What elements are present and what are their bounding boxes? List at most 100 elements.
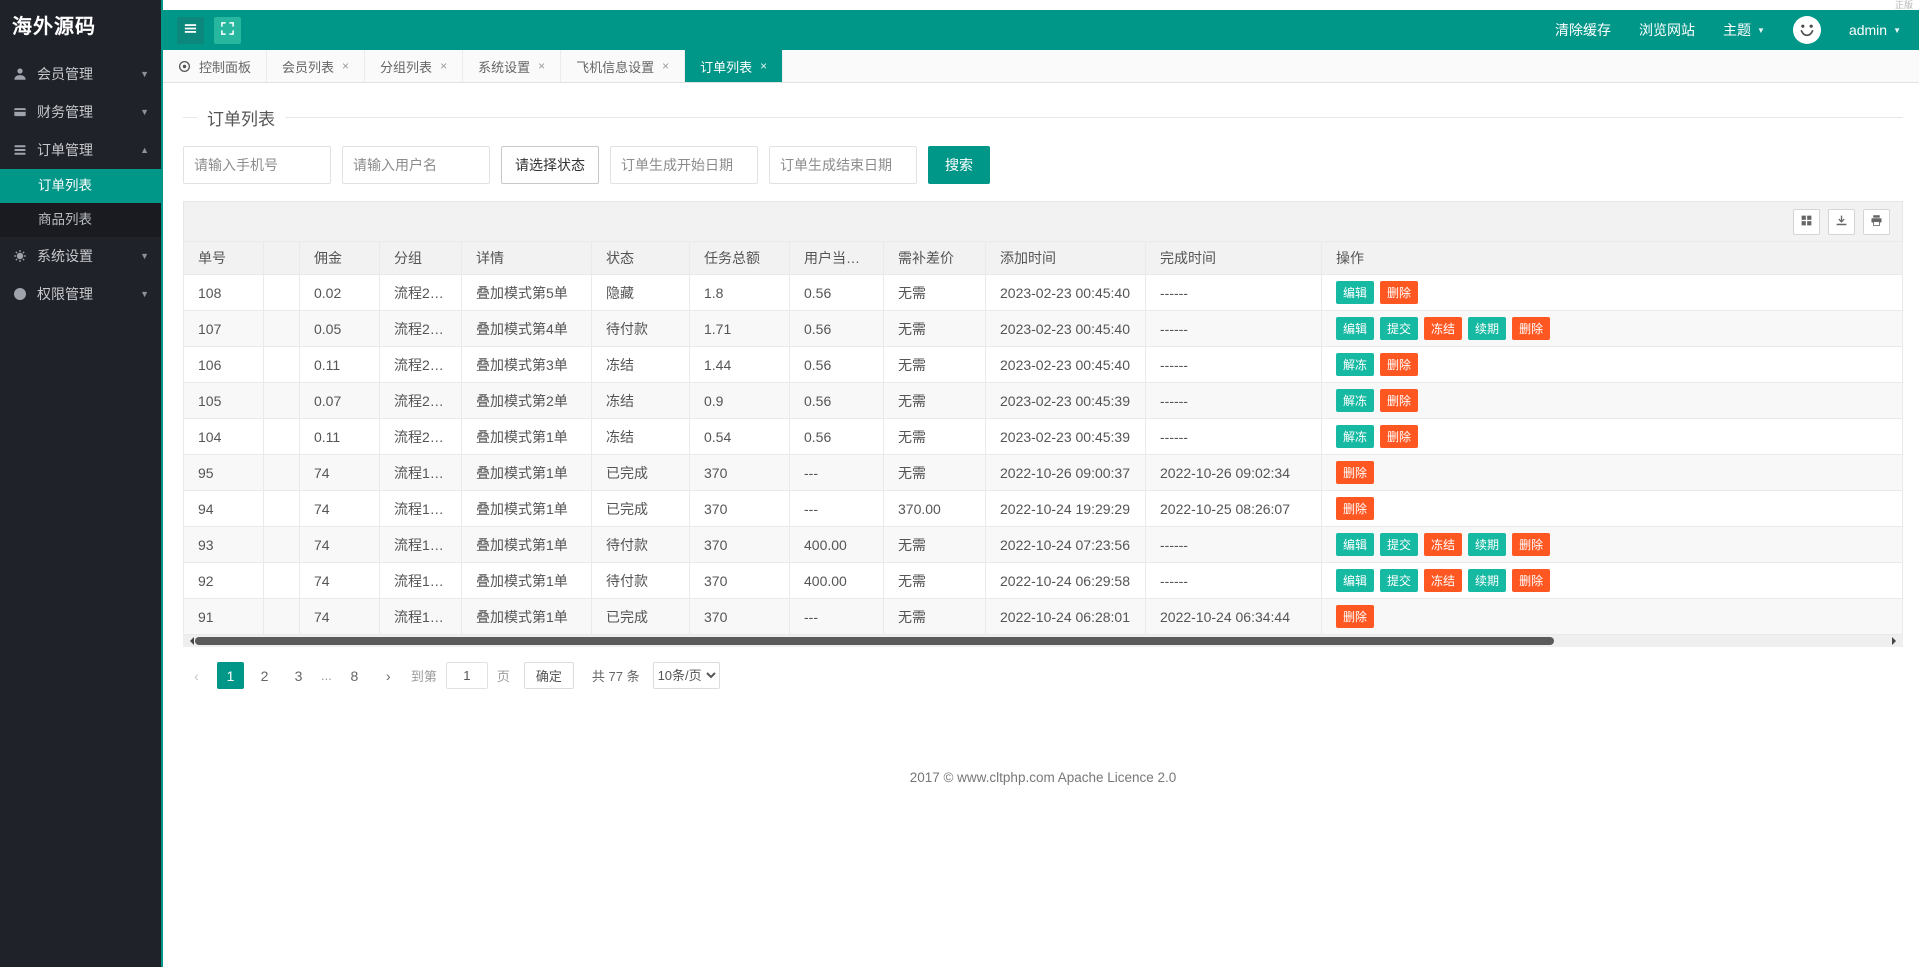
cell: 无需 (883, 346, 986, 383)
sidebar-subitem-goods-list[interactable]: 商品列表 (0, 203, 161, 237)
column-header: 任务总额 (689, 241, 790, 275)
sidebar-item-system[interactable]: 系统设置 ▼ (0, 237, 161, 275)
browse-site-link[interactable]: 浏览网站 (1639, 20, 1695, 40)
delete-button[interactable]: 删除 (1336, 605, 1375, 628)
scroll-left-arrow-icon[interactable] (186, 637, 194, 645)
close-icon[interactable]: × (342, 59, 349, 73)
sidebar-item-member[interactable]: 会员管理 ▼ (0, 55, 161, 93)
delete-button[interactable]: 删除 (1512, 317, 1551, 340)
sidebar-subitem-order-list[interactable]: 订单列表 (0, 169, 161, 203)
actions-cell: 编辑 删除 (1321, 274, 1903, 311)
delete-button[interactable]: 删除 (1380, 389, 1419, 412)
pager-prev[interactable]: ‹ (183, 662, 210, 689)
freeze-button[interactable]: 冻结 (1424, 317, 1463, 340)
scroll-right-arrow-icon[interactable] (1892, 637, 1900, 645)
tab-order-list[interactable]: 订单列表 × (685, 50, 784, 82)
freeze-button[interactable]: 冻结 (1424, 569, 1463, 592)
tab-member-list[interactable]: 会员列表 × (267, 50, 366, 82)
export-button[interactable] (1828, 208, 1855, 235)
delete-button[interactable]: 删除 (1380, 353, 1419, 376)
renew-button[interactable]: 续期 (1468, 317, 1507, 340)
content-area: 订单列表 请选择状态 搜索 (163, 83, 1919, 967)
filter-columns-button[interactable] (1793, 208, 1820, 235)
scrollbar-thumb[interactable] (195, 637, 1554, 645)
page-jump-confirm-button[interactable]: 确定 (523, 662, 574, 689)
actions-cell: 删除 (1321, 598, 1903, 635)
horizontal-scrollbar[interactable] (183, 635, 1903, 647)
delete-button[interactable]: 删除 (1336, 461, 1375, 484)
freeze-button[interactable]: 冻结 (1424, 533, 1463, 556)
pager-page-1[interactable]: 1 (217, 662, 244, 689)
tab-dashboard[interactable]: 控制面板 (163, 50, 268, 82)
status-select[interactable]: 请选择状态 (501, 146, 599, 184)
column-header: 操作 (1321, 241, 1903, 275)
delete-button[interactable]: 删除 (1512, 533, 1551, 556)
page-size-select[interactable]: 10条/页 (652, 662, 720, 689)
theme-menu[interactable]: 主题 ▼ (1723, 20, 1765, 40)
close-icon[interactable]: × (440, 59, 447, 73)
tab-label: 会员列表 (282, 59, 335, 75)
cell: 74 (299, 598, 380, 635)
pager-page-8[interactable]: 8 (341, 662, 368, 689)
cell: ------ (1145, 274, 1322, 311)
table-row: 93 74 流程1.新... 叠加模式第1单 待付款 370 400.00 无需 2022-10… (183, 526, 1903, 563)
pager-page-3[interactable]: 3 (285, 662, 312, 689)
close-icon[interactable]: × (760, 59, 767, 73)
theme-label: 主题 (1723, 22, 1752, 38)
collapse-menu-button[interactable] (177, 16, 204, 44)
cell: 91 (183, 598, 264, 635)
pager-next[interactable]: › (375, 662, 402, 689)
close-icon[interactable]: × (538, 59, 545, 73)
search-button[interactable]: 搜索 (928, 146, 990, 184)
clear-cache-link[interactable]: 清除缓存 (1555, 20, 1611, 40)
edit-button[interactable]: 编辑 (1336, 533, 1375, 556)
delete-button[interactable]: 删除 (1380, 281, 1419, 304)
sidebar-item-order[interactable]: 订单管理 ▲ (0, 131, 161, 169)
user-menu[interactable]: admin ▼ (1849, 22, 1901, 38)
cell: 待付款 (591, 310, 690, 347)
tab-label: 分组列表 (380, 59, 433, 75)
column-header: 详情 (461, 241, 592, 275)
unfreeze-button[interactable]: 解冻 (1336, 425, 1375, 448)
cell: 74 (299, 562, 380, 599)
edit-button[interactable]: 编辑 (1336, 569, 1375, 592)
unfreeze-button[interactable]: 解冻 (1336, 389, 1375, 412)
delete-button[interactable]: 删除 (1512, 569, 1551, 592)
chevron-up-icon: ▲ (140, 145, 149, 155)
unfreeze-button[interactable]: 解冻 (1336, 353, 1375, 376)
phone-input[interactable] (183, 146, 331, 184)
end-date-input[interactable] (769, 146, 917, 184)
username-input[interactable] (342, 146, 490, 184)
edit-button[interactable]: 编辑 (1336, 281, 1375, 304)
pager-page-2[interactable]: 2 (251, 662, 278, 689)
sidebar-item-label: 系统设置 (37, 248, 93, 264)
sidebar-item-permission[interactable]: 权限管理 ▼ (0, 275, 161, 313)
page-jump-input[interactable] (445, 662, 488, 689)
smiley-icon (1794, 16, 1820, 44)
sidebar-item-finance[interactable]: 财务管理 ▼ (0, 93, 161, 131)
print-button[interactable] (1863, 208, 1890, 235)
avatar[interactable] (1792, 16, 1821, 44)
close-icon[interactable]: × (662, 59, 669, 73)
renew-button[interactable]: 续期 (1468, 533, 1507, 556)
cell: ------ (1145, 562, 1322, 599)
submit-button[interactable]: 提交 (1380, 569, 1419, 592)
tab-plane-info[interactable]: 飞机信息设置 × (561, 50, 686, 82)
submit-button[interactable]: 提交 (1380, 317, 1419, 340)
tab-group-list[interactable]: 分组列表 × (365, 50, 464, 82)
start-date-input[interactable] (610, 146, 758, 184)
delete-button[interactable]: 删除 (1380, 425, 1419, 448)
submenu-order: 订单列表 商品列表 (0, 169, 161, 237)
chevron-down-icon: ▼ (140, 107, 149, 117)
renew-button[interactable]: 续期 (1468, 569, 1507, 592)
cell (263, 310, 300, 347)
submit-button[interactable]: 提交 (1380, 533, 1419, 556)
cell (263, 418, 300, 455)
fullscreen-button[interactable] (214, 16, 241, 44)
tab-system-settings[interactable]: 系统设置 × (463, 50, 562, 82)
cell: 370 (689, 454, 790, 491)
actions-cell: 解冻 删除 (1321, 346, 1903, 383)
cell (263, 562, 300, 599)
delete-button[interactable]: 删除 (1336, 497, 1375, 520)
edit-button[interactable]: 编辑 (1336, 317, 1375, 340)
